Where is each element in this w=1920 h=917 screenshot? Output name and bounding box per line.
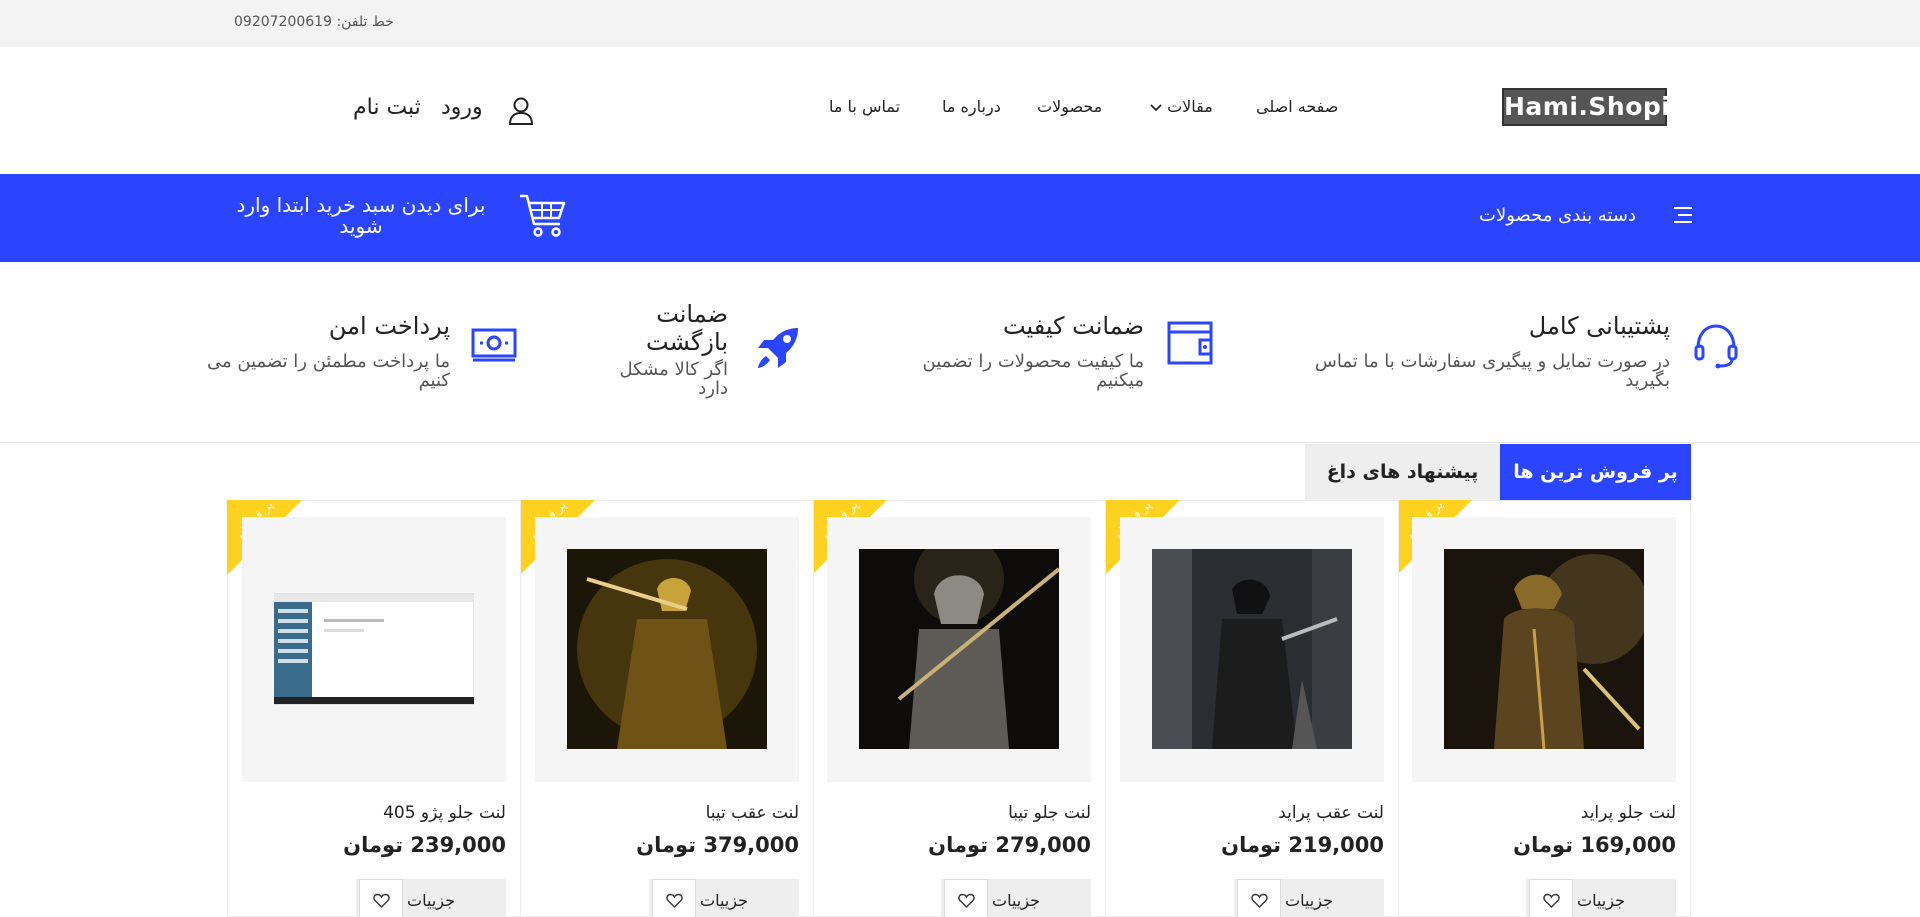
product-price: 239,000 تومان	[343, 833, 506, 857]
favorite-button[interactable]	[1237, 879, 1281, 917]
product-image[interactable]	[827, 517, 1091, 782]
chevron-down-icon	[1150, 103, 1162, 111]
top-bar: خط تلفن: 09207200619	[0, 0, 1920, 47]
product-name[interactable]: لنت جلو پراید	[1581, 803, 1676, 823]
wallet-icon	[1167, 321, 1213, 365]
product-name[interactable]: لنت عقب پراید	[1278, 803, 1384, 823]
section-divider	[0, 442, 1920, 443]
product-name[interactable]: لنت جلو پژو 405	[383, 803, 506, 823]
product-photo-golden-warrior	[567, 549, 767, 749]
feature-title: پشتیبانی کامل	[1528, 312, 1670, 340]
heart-icon	[958, 893, 975, 908]
product-card[interactable]: پر فروش لنت جلو پراید 169,000 تومان جزیی…	[1397, 500, 1691, 917]
product-price: 219,000 تومان	[1221, 833, 1384, 857]
product-name[interactable]: لنت جلو تیبا	[1008, 803, 1091, 823]
nav-contact[interactable]: تماس با ما	[829, 97, 900, 116]
feature-desc: در صورت تمایل و پیگیری سفارشات با ما تما…	[1314, 351, 1670, 391]
nav-articles[interactable]: مقالات	[1150, 97, 1213, 116]
product-image[interactable]	[242, 517, 506, 782]
product-image[interactable]	[1120, 517, 1384, 782]
feature-support: پشتیبانی کامل در صورت تمایل و پیگیری سفا…	[1300, 300, 1750, 410]
product-photo-screenshot	[274, 593, 474, 705]
product-photo-statue	[859, 549, 1059, 749]
phone-info: خط تلفن: 09207200619	[234, 14, 394, 30]
favorite-button[interactable]	[944, 879, 988, 917]
product-card[interactable]: پر فروش لنت جلو تیبا 279,000 تومان جزییا…	[812, 500, 1106, 917]
product-photo-gladiator	[1152, 549, 1352, 749]
heart-icon	[373, 893, 390, 908]
nav-about[interactable]: درباره ما	[942, 97, 1001, 116]
product-image[interactable]	[1412, 517, 1676, 782]
heart-icon	[666, 893, 683, 908]
cart-icon[interactable]	[518, 190, 568, 240]
rocket-icon	[758, 328, 798, 368]
phone-label: خط تلفن:	[336, 14, 394, 30]
menu-icon[interactable]	[1673, 205, 1693, 225]
heart-icon	[1543, 893, 1560, 908]
phone-number[interactable]: 09207200619	[234, 14, 332, 30]
user-icon[interactable]	[507, 96, 535, 126]
tab-hot-offers[interactable]: پیشنهاد های داغ	[1305, 444, 1500, 500]
product-price: 379,000 تومان	[636, 833, 799, 857]
site-logo[interactable]: Hami.Shopi	[1502, 88, 1670, 126]
site-header: Hami.Shopi صفحه اصلی مقالات محصولات دربا…	[0, 47, 1920, 174]
product-photo-warrior	[1444, 549, 1644, 749]
nav-products[interactable]: محصولات	[1037, 97, 1102, 116]
product-image[interactable]	[535, 517, 799, 782]
feature-quality: ضمانت کیفیت ما کیفیت محصولات را تضمین می…	[900, 300, 1220, 410]
categories-button[interactable]: دسته بندی محصولات	[1479, 205, 1636, 226]
product-card[interactable]: پر فروش لنت عقب تیبا 379,000 تومان جزییا…	[520, 500, 814, 917]
feature-payment: پرداخت امن ما پرداخت مطمئن را تضمین می ک…	[190, 300, 530, 410]
feature-title: ضمانت بازگشت	[646, 300, 728, 356]
product-card[interactable]: پر فروش لنت عقب پراید 219,000 تومان جزیی…	[1105, 500, 1399, 917]
favorite-button[interactable]	[652, 879, 696, 917]
feature-title: ضمانت کیفیت	[1002, 312, 1144, 340]
heart-icon	[1251, 893, 1268, 908]
feature-return: ضمانت بازگشت اگر کالا مشکل دارد	[600, 300, 810, 410]
money-icon	[471, 328, 517, 362]
product-price: 279,000 تومان	[928, 833, 1091, 857]
cart-login-message[interactable]: برای دیدن سبد خرید ابتدا وارد شوید	[230, 195, 492, 237]
register-link[interactable]: ثبت نام	[353, 95, 421, 120]
feature-title: پرداخت امن	[328, 312, 450, 340]
headset-icon	[1694, 324, 1738, 369]
favorite-button[interactable]	[359, 879, 403, 917]
nav-home[interactable]: صفحه اصلی	[1256, 97, 1338, 116]
tab-bestsellers[interactable]: پر فروش ترین ها	[1500, 444, 1691, 500]
product-price: 169,000 تومان	[1513, 833, 1676, 857]
nav-articles-label: مقالات	[1167, 97, 1213, 116]
feature-desc: اگر کالا مشکل دارد	[619, 359, 728, 399]
product-card[interactable]: پر فروش لنت جلو پژو 405 239,000 تومان جز…	[227, 500, 521, 917]
favorite-button[interactable]	[1529, 879, 1573, 917]
login-link[interactable]: ورود	[441, 95, 483, 120]
feature-desc: ما کیفیت محصولات را تضمین میکنیم	[922, 351, 1144, 391]
category-bar: دسته بندی محصولات برای دیدن سبد خرید ابت…	[0, 174, 1920, 262]
feature-desc: ما پرداخت مطمئن را تضمین می کنیم	[207, 351, 450, 391]
product-name[interactable]: لنت عقب تیبا	[706, 803, 799, 823]
